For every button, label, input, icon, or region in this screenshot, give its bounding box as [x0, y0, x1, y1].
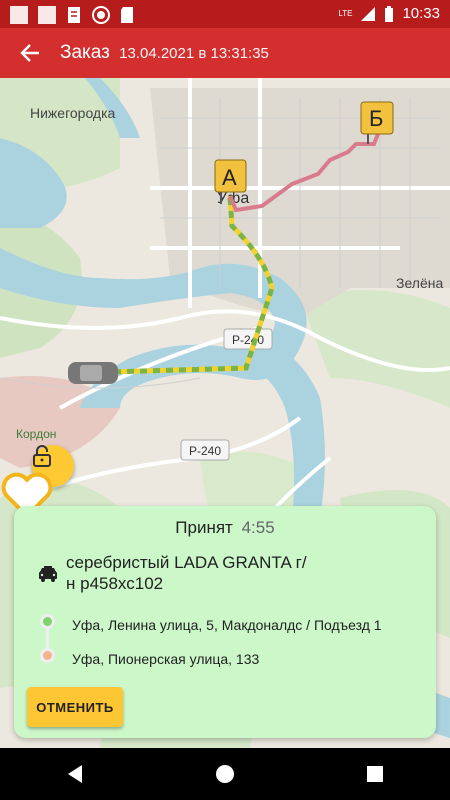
end-point-icon: [40, 648, 55, 663]
car-description: серебристый LADA GRANTA г/: [66, 553, 307, 572]
nav-home-button[interactable]: [195, 748, 255, 800]
nav-recents-button[interactable]: [345, 748, 405, 800]
start-point-icon: [40, 614, 55, 629]
back-button[interactable]: [0, 28, 60, 78]
car-marker: [68, 362, 118, 384]
signal-icon: [361, 6, 376, 21]
nav-back-button[interactable]: [45, 748, 105, 800]
back-arrow-icon: [20, 44, 39, 62]
record-icon: [92, 6, 110, 24]
road-label: Р-240: [189, 444, 221, 458]
notification-icons: [10, 6, 134, 24]
map-label-zelyonaya: Зелёна: [396, 275, 443, 291]
back-nav-icon: [68, 765, 82, 783]
system-nav-bar: [0, 748, 450, 800]
battery-icon: [385, 5, 394, 22]
car-info: серебристый LADA GRANTA г/ н р458хс102: [38, 552, 366, 594]
order-card: Принят 4:55 серебристый LADA GRANTA г/ н…: [14, 506, 436, 738]
road-label: Р-240: [232, 333, 264, 347]
lock-icon: [33, 445, 51, 467]
map-label-kordon: Кордон: [16, 427, 56, 441]
order-status: Принят 4:55: [14, 518, 436, 538]
app-bar: Заказ 13.04.2021 в 13:31:35: [0, 28, 450, 78]
notification-icon: [38, 6, 56, 24]
marker-b-label: Б: [369, 106, 383, 131]
car-plate: н р458хс102: [66, 574, 164, 593]
page-title: Заказ 13.04.2021 в 13:31:35: [60, 42, 269, 64]
status-label: Принят: [175, 518, 233, 537]
status-timer: 4:55: [241, 518, 275, 537]
cancel-button[interactable]: ОТМЕНИТЬ: [27, 687, 123, 727]
lte-label: LTE: [338, 9, 353, 18]
pickup-address: Уфа, Ленина улица, 5, Макдоналдс / Подъе…: [72, 617, 382, 633]
map-label-nizhegorodka: Нижегородка: [30, 105, 116, 121]
status-bar: LTE 10:33: [0, 0, 450, 28]
sd-card-icon: [121, 7, 133, 23]
marker-a-label: А: [222, 165, 237, 190]
destination-address: Уфа, Пионерская улица, 133: [72, 651, 260, 667]
notification-icon: [10, 6, 28, 24]
home-nav-icon: [216, 765, 234, 783]
document-icon: [68, 7, 80, 23]
recents-nav-icon: [367, 766, 383, 782]
system-indicators: LTE 10:33: [338, 5, 440, 22]
order-datetime: 13.04.2021 в 13:31:35: [119, 45, 269, 62]
clock: 10:33: [402, 5, 440, 22]
taxi-icon: [39, 566, 57, 582]
title-label: Заказ: [60, 42, 110, 63]
